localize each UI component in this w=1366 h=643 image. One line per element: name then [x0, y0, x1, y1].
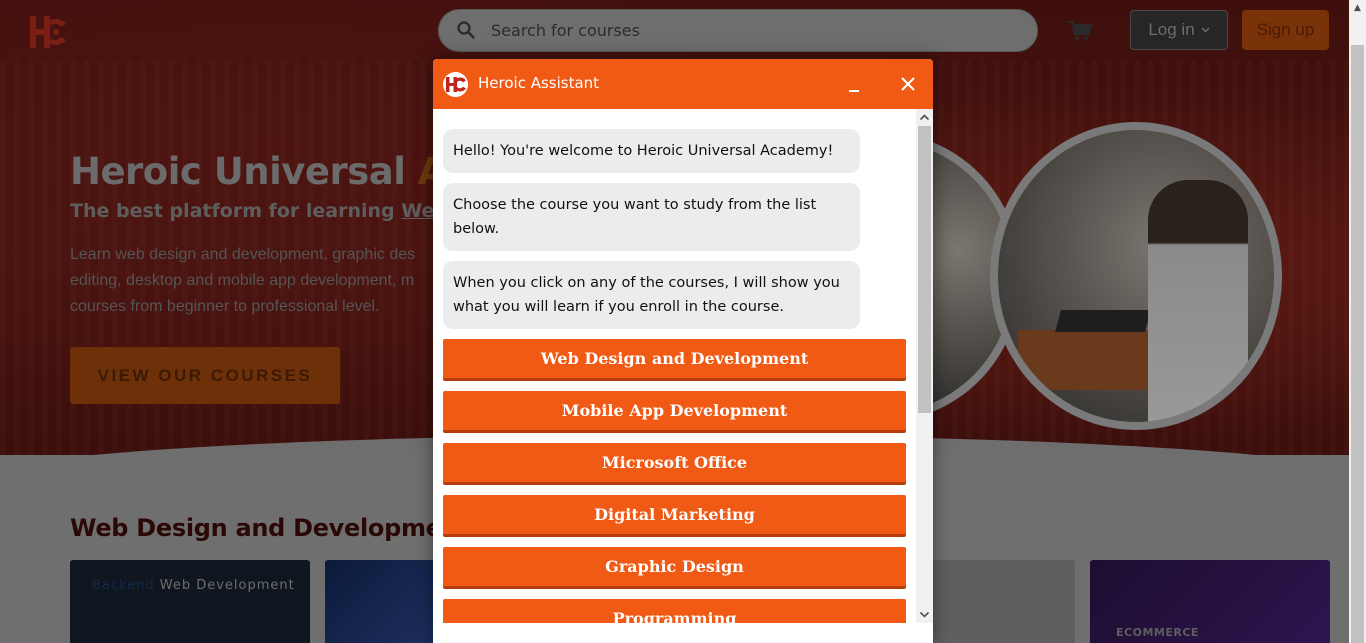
- search-input[interactable]: [491, 10, 1011, 51]
- chevron-down-icon: [1201, 27, 1210, 33]
- view-courses-label: VIEW OUR COURSES: [97, 365, 313, 385]
- course-option-button[interactable]: Digital Marketing: [443, 495, 906, 537]
- view-courses-button[interactable]: VIEW OUR COURSES: [70, 347, 340, 404]
- bot-message: Choose the course you want to study from…: [443, 183, 860, 251]
- course-option-button[interactable]: Microsoft Office: [443, 443, 906, 485]
- chat-header: Heroic Assistant: [433, 59, 933, 109]
- hero-desc-line: editing, desktop and mobile app developm…: [70, 272, 415, 289]
- chat-scroll-thumb[interactable]: [918, 126, 931, 413]
- course-card[interactable]: Backend Web Development: [70, 560, 310, 643]
- course-card-title: Backend Web Development: [92, 578, 295, 593]
- page-scroll-thumb[interactable]: [1351, 45, 1364, 643]
- chat-widget: Heroic Assistant Hello! You're welcome t…: [433, 59, 933, 643]
- bot-message: Hello! You're welcome to Heroic Universa…: [443, 129, 860, 173]
- person-shape: [1148, 180, 1248, 422]
- login-label: Log in: [1148, 20, 1195, 39]
- search-bar[interactable]: [438, 9, 1038, 52]
- course-option-button[interactable]: Mobile App Development: [443, 391, 906, 433]
- signup-button[interactable]: Sign up: [1242, 10, 1329, 50]
- section-title: Web Design and Development: [70, 514, 470, 542]
- cart-icon[interactable]: [1068, 20, 1092, 42]
- hero-subtitle: The best platform for learning Web De: [70, 200, 483, 222]
- bot-message: When you click on any of the courses, I …: [443, 261, 860, 329]
- search-icon[interactable]: [457, 21, 475, 39]
- course-card-title-suffix: Web Development: [154, 578, 295, 593]
- keyboard-shape: [1055, 310, 1151, 332]
- minimize-icon[interactable]: [843, 74, 865, 96]
- course-card-title-prefix: Backend: [92, 578, 155, 593]
- scroll-down-arrow-icon[interactable]: [916, 606, 933, 623]
- close-icon[interactable]: [897, 73, 919, 95]
- chat-title: Heroic Assistant: [478, 74, 600, 92]
- hero-desc-line: Learn web design and development, graphi…: [70, 246, 416, 263]
- course-card[interactable]: [325, 560, 435, 643]
- site-logo[interactable]: [26, 12, 68, 52]
- course-option-button[interactable]: Graphic Design: [443, 547, 906, 589]
- chat-logo-icon: [443, 72, 468, 97]
- hero-subtitle-text: The best platform for learning: [70, 200, 402, 222]
- hero-title: Heroic Universal Aca: [70, 150, 492, 193]
- chat-scrollbar[interactable]: [916, 109, 933, 623]
- course-card[interactable]: [933, 560, 1075, 643]
- scroll-up-arrow-icon[interactable]: [916, 109, 933, 126]
- course-card-label: ECOMMERCE: [1116, 626, 1199, 639]
- chat-body[interactable]: Hello! You're welcome to Heroic Universa…: [433, 109, 933, 643]
- site-logo-icon: [30, 16, 66, 48]
- login-button[interactable]: Log in: [1130, 10, 1228, 50]
- page-scrollbar[interactable]: ▲: [1349, 0, 1366, 643]
- scroll-up-arrow-icon[interactable]: ▲: [1349, 0, 1366, 17]
- course-card[interactable]: ECOMMERCE: [1090, 560, 1330, 643]
- hero-title-main: Heroic Universal: [70, 150, 418, 193]
- course-option-button[interactable]: Programming: [443, 599, 906, 623]
- hero-image-developer: [990, 122, 1282, 430]
- hero-desc-line: courses from beginner to professional le…: [70, 298, 380, 315]
- course-option-button[interactable]: Web Design and Development: [443, 339, 906, 381]
- signup-label: Sign up: [1256, 20, 1315, 39]
- hero-description: Learn web design and development, graphi…: [70, 242, 460, 320]
- chat-messages[interactable]: Hello! You're welcome to Heroic Universa…: [443, 109, 917, 623]
